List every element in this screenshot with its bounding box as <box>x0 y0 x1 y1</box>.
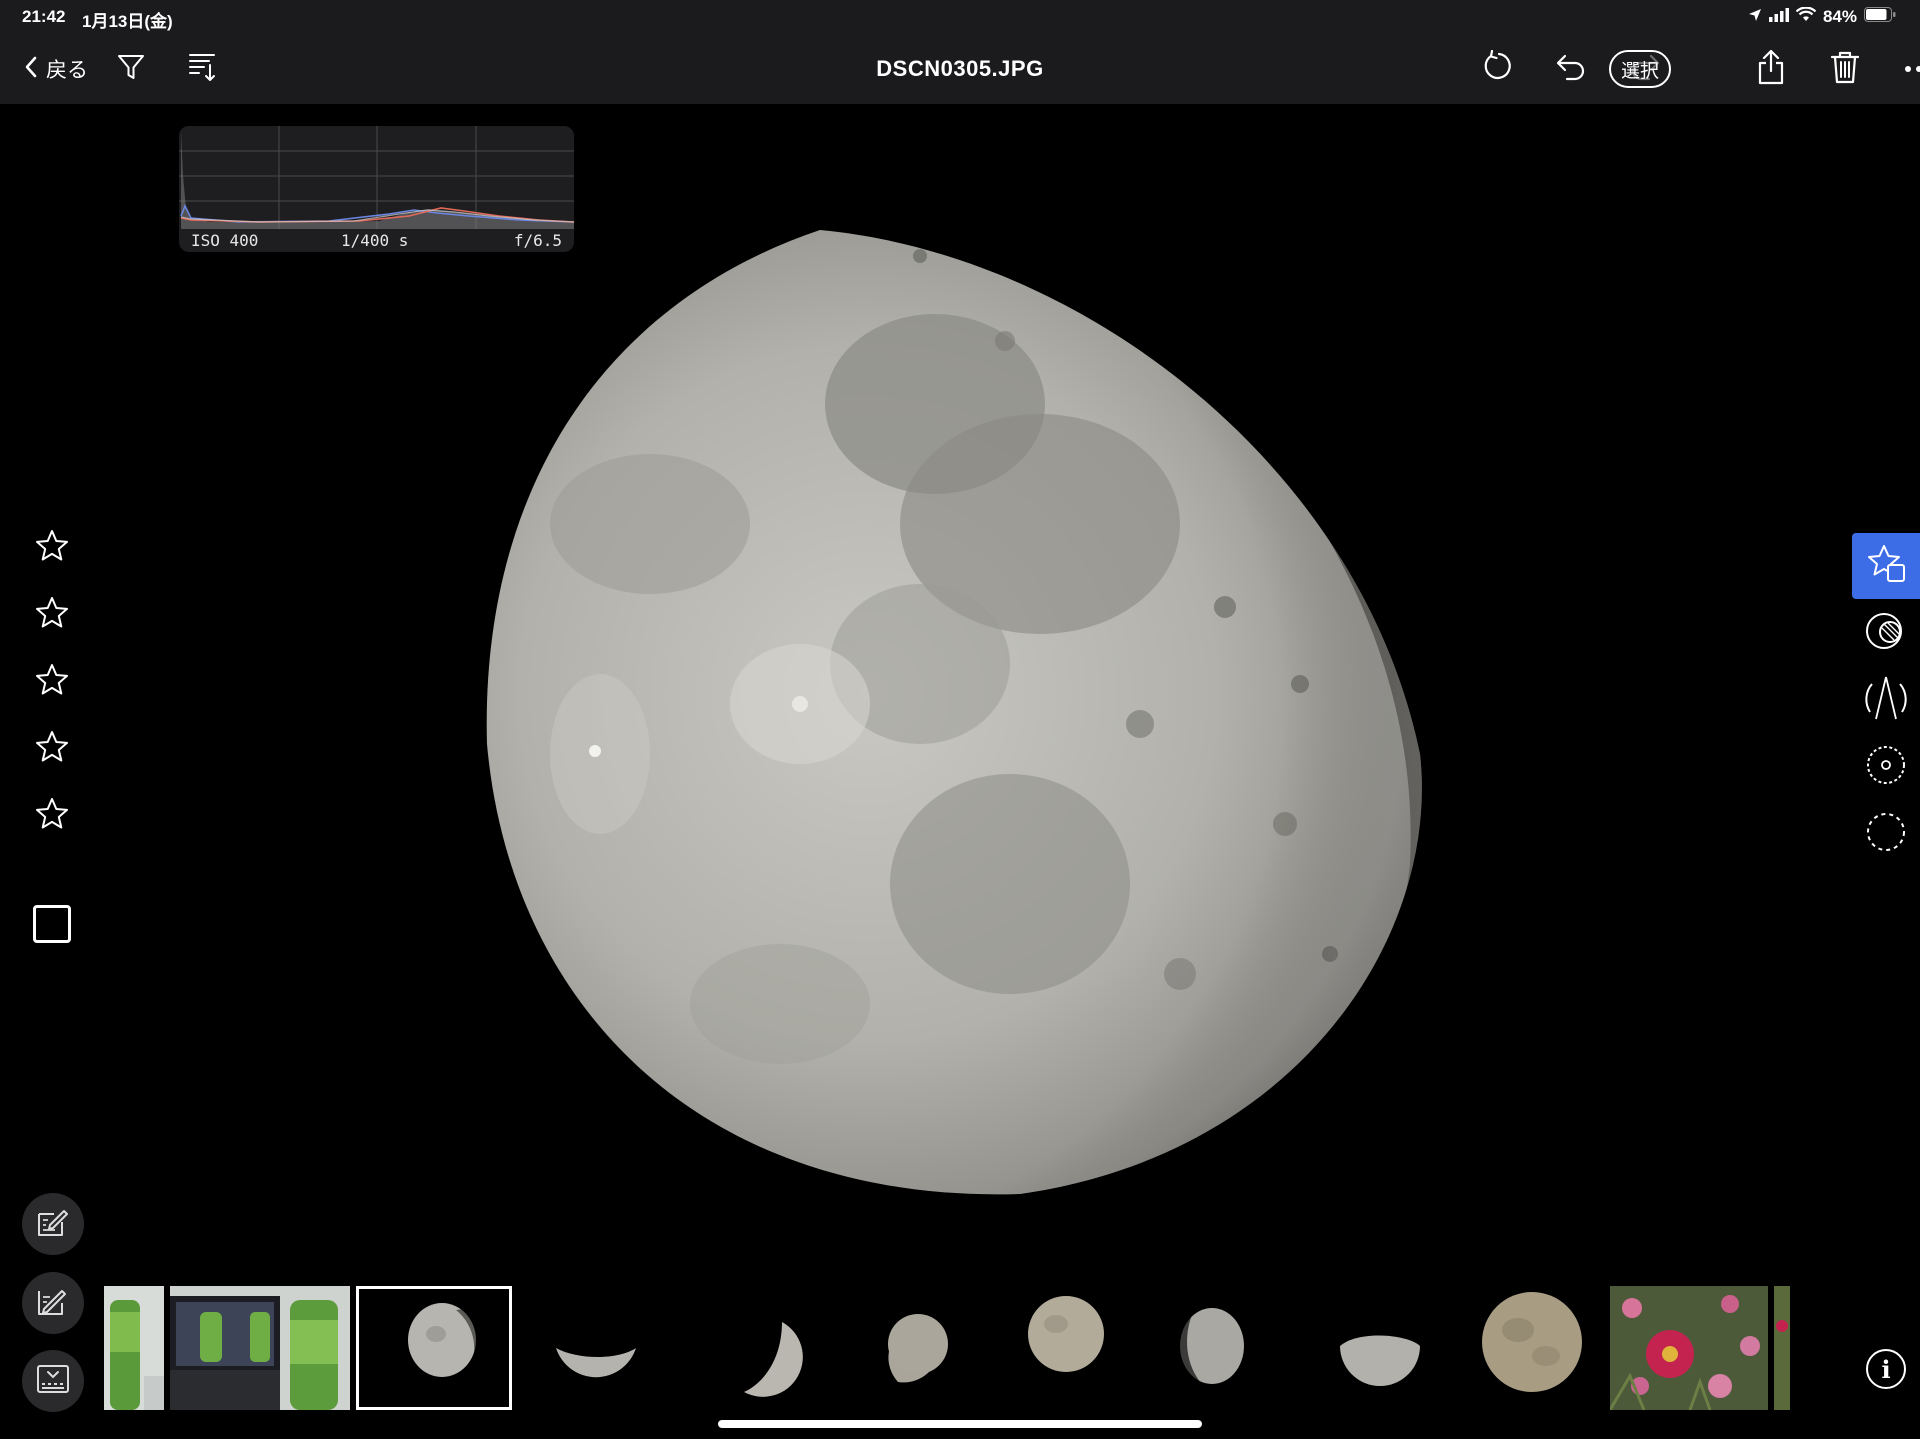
battery-percentage: 84% <box>1822 7 1857 26</box>
export-edit-button[interactable] <box>22 1193 84 1255</box>
shutter-speed-value: 1/400 s <box>341 231 409 250</box>
histogram-panel: ISO 400 1/400 s f/6.5 <box>179 126 574 252</box>
vignette-icon <box>1864 744 1908 791</box>
star-outline-icon <box>34 595 70 636</box>
thumbnail-image <box>1142 1286 1292 1410</box>
navigation-bar: 戻る DSCN0305.JPG 選択 <box>0 34 1920 104</box>
thumbnail-image <box>1774 1286 1790 1410</box>
chevron-left-icon <box>24 56 38 83</box>
filmstrip-toggle-icon <box>36 1364 70 1399</box>
sort-icon <box>188 51 218 88</box>
back-button-label: 戻る <box>46 59 88 82</box>
perspective-tool[interactable] <box>1852 667 1920 733</box>
star-rating-1[interactable] <box>30 526 74 570</box>
delete-button[interactable] <box>1828 50 1862 89</box>
filmstrip-thumbnail[interactable] <box>170 1286 350 1410</box>
more-options-button[interactable] <box>1902 52 1920 86</box>
trash-icon <box>1830 50 1860 89</box>
star-rating-4[interactable] <box>30 727 74 771</box>
cellular-signal-icon <box>1768 7 1789 27</box>
rating-tool[interactable] <box>1852 533 1920 599</box>
adjust-tool[interactable] <box>1852 600 1920 666</box>
home-indicator[interactable] <box>718 1420 1202 1428</box>
thumbnail-image <box>674 1286 824 1410</box>
status-time: 21:42 <box>22 7 66 26</box>
info-icon: i <box>1881 1354 1891 1384</box>
star-rating-5[interactable] <box>30 794 74 838</box>
star-rating-2[interactable] <box>30 593 74 637</box>
status-date: 1月13日(金) <box>82 12 173 31</box>
star-outline-icon <box>34 796 70 837</box>
share-icon <box>1756 49 1786 90</box>
filmstrip-thumbnail[interactable] <box>1774 1286 1790 1410</box>
filmstrip <box>104 1286 1856 1410</box>
filmstrip-thumbnail[interactable] <box>104 1286 164 1410</box>
select-button[interactable]: 選択 <box>1609 50 1671 88</box>
undo-button[interactable] <box>1554 52 1588 86</box>
star-outline-icon <box>34 729 70 770</box>
filmstrip-toggle-button[interactable] <box>22 1350 84 1412</box>
share-button[interactable] <box>1754 49 1788 86</box>
thumbnail-image <box>1298 1286 1448 1410</box>
exif-info-row: ISO 400 1/400 s f/6.5 <box>179 229 574 251</box>
undo-icon <box>1555 53 1587 86</box>
perspective-icon <box>1864 674 1908 727</box>
rotate-button[interactable] <box>1482 49 1516 89</box>
moon-photo-image <box>0 104 1920 1284</box>
aperture-value: f/6.5 <box>513 231 562 250</box>
battery-icon <box>1864 7 1896 27</box>
filter-funnel-icon <box>116 52 146 87</box>
document-edit-icon <box>36 1285 70 1322</box>
location-arrow-icon <box>1748 8 1762 27</box>
status-indicators: 84% <box>1748 6 1896 28</box>
adjust-circles-icon <box>1864 610 1908 657</box>
star-rating-3[interactable] <box>30 660 74 704</box>
star-outline-icon <box>34 528 70 569</box>
filmstrip-thumbnail[interactable] <box>674 1286 824 1410</box>
filter-button[interactable] <box>114 52 148 86</box>
wifi-icon <box>1795 6 1817 27</box>
thumbnail-image <box>986 1286 1136 1410</box>
star-badge-icon <box>1864 543 1908 590</box>
vignette-tool[interactable] <box>1852 734 1920 800</box>
filmstrip-thumbnail[interactable] <box>830 1286 980 1410</box>
star-outline-icon <box>34 662 70 703</box>
main-photo[interactable] <box>0 104 1920 1284</box>
thumbnail-image <box>1454 1286 1604 1410</box>
more-ellipsis-icon <box>1904 60 1920 78</box>
filmstrip-thumbnail[interactable] <box>986 1286 1136 1410</box>
info-button[interactable]: i <box>1866 1349 1906 1389</box>
thumbnail-image <box>830 1286 980 1410</box>
nav-left-group: 戻る <box>24 34 220 104</box>
thumbnail-image <box>1610 1286 1768 1410</box>
selective-tool[interactable] <box>1852 801 1920 867</box>
iso-value: ISO 400 <box>191 231 259 250</box>
rotate-icon <box>1483 49 1515 89</box>
thumbnail-image <box>170 1286 350 1410</box>
filmstrip-thumbnail[interactable] <box>1142 1286 1292 1410</box>
dashed-circle-icon <box>1864 811 1908 858</box>
thumbnail-image <box>356 1286 512 1410</box>
filmstrip-thumbnail-selected[interactable] <box>356 1286 512 1410</box>
filmstrip-thumbnail[interactable] <box>1298 1286 1448 1410</box>
filmstrip-thumbnail[interactable] <box>1454 1286 1604 1410</box>
histogram-graph <box>179 126 574 229</box>
sort-button[interactable] <box>186 52 220 86</box>
thumbnail-image <box>104 1286 164 1410</box>
pick-flag-checkbox[interactable] <box>33 905 71 943</box>
filmstrip-thumbnail[interactable] <box>518 1286 668 1410</box>
filmstrip-thumbnail[interactable] <box>1610 1286 1768 1410</box>
thumbnail-image <box>518 1286 668 1410</box>
status-bar: 21:42 1月13日(金) 84% <box>0 0 1920 34</box>
metadata-edit-button[interactable] <box>22 1272 84 1334</box>
edit-external-icon <box>36 1206 70 1243</box>
back-button[interactable]: 戻る <box>24 54 88 84</box>
